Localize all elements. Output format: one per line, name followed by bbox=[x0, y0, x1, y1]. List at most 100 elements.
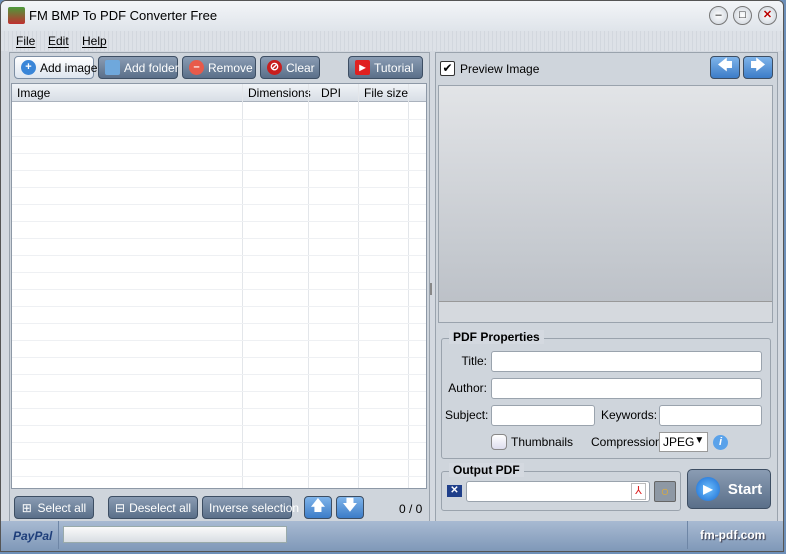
author-input[interactable] bbox=[491, 378, 762, 399]
add-folder-label: Add folder bbox=[124, 60, 179, 75]
plus-icon: + bbox=[21, 60, 36, 75]
preview-area bbox=[438, 85, 773, 323]
deselect-all-button[interactable]: ⊟ Deselect all bbox=[108, 496, 198, 519]
no-entry-icon: ⊘ bbox=[267, 60, 282, 75]
deselect-all-icon: ⊟ bbox=[115, 500, 126, 515]
row-gridline bbox=[12, 255, 426, 256]
divider bbox=[687, 521, 688, 549]
arrow-right-icon: 🡆 bbox=[750, 57, 766, 74]
menu-help[interactable]: Help bbox=[82, 34, 107, 48]
select-all-icon: ⊞ bbox=[21, 500, 32, 515]
row-gridline bbox=[12, 442, 426, 443]
column-file-size[interactable]: File size bbox=[364, 86, 408, 100]
preview-scrollbar[interactable] bbox=[439, 301, 772, 322]
row-gridline bbox=[12, 357, 426, 358]
browse-button[interactable]: ○ bbox=[654, 481, 676, 502]
thumbnails-checkbox[interactable] bbox=[491, 434, 507, 450]
column-dpi[interactable]: DPI bbox=[321, 86, 341, 100]
keywords-label: Keywords: bbox=[601, 408, 658, 422]
col-divider bbox=[308, 84, 309, 488]
start-label: Start bbox=[727, 480, 763, 498]
row-gridline bbox=[12, 459, 426, 460]
minus-icon: – bbox=[189, 60, 204, 75]
app-window: FM BMP To PDF Converter Free – □ ✕ File … bbox=[0, 0, 784, 552]
author-label: Author: bbox=[448, 381, 487, 395]
compression-select[interactable]: JPEG ▼ bbox=[659, 432, 708, 452]
website-link[interactable]: fm-pdf.com bbox=[700, 528, 765, 542]
row-gridline bbox=[12, 323, 426, 324]
maximize-button[interactable]: □ bbox=[733, 6, 752, 25]
menu-file[interactable]: File bbox=[16, 34, 35, 48]
inverse-selection-label: Inverse selection bbox=[209, 500, 300, 515]
select-all-button[interactable]: ⊞ Select all bbox=[14, 496, 94, 519]
row-gridline bbox=[12, 289, 426, 290]
output-pdf-legend: Output PDF bbox=[449, 463, 524, 477]
deselect-all-label: Deselect all bbox=[129, 500, 192, 515]
col-divider bbox=[242, 84, 243, 488]
selection-count: 0 / 0 bbox=[399, 502, 423, 516]
col-divider bbox=[358, 84, 359, 488]
row-gridline bbox=[12, 221, 426, 222]
divider bbox=[58, 521, 59, 549]
progress-bar bbox=[63, 526, 287, 543]
title-bar: FM BMP To PDF Converter Free – □ ✕ bbox=[1, 1, 783, 31]
col-divider bbox=[408, 84, 409, 488]
thumbnails-label: Thumbnails bbox=[511, 435, 574, 449]
play-icon: ▶ bbox=[355, 60, 370, 75]
keywords-input[interactable] bbox=[659, 405, 762, 426]
row-gridline bbox=[12, 136, 426, 137]
row-gridline bbox=[12, 408, 426, 409]
column-dimensions[interactable]: Dimensions bbox=[248, 86, 311, 100]
dropdown-arrow-icon: ▼ bbox=[694, 435, 705, 446]
title-label: Title: bbox=[461, 354, 487, 368]
image-table[interactable]: Image Dimensions DPI File size bbox=[11, 83, 427, 489]
row-gridline bbox=[12, 425, 426, 426]
arrow-left-icon: 🡄 bbox=[717, 57, 733, 74]
arrow-up-icon: 🡅 bbox=[310, 497, 326, 514]
magnifier-icon: ○ bbox=[660, 483, 670, 499]
output-path-input[interactable] bbox=[466, 481, 650, 502]
compression-label: Compression: bbox=[591, 435, 666, 449]
subject-label: Subject: bbox=[445, 408, 489, 422]
tutorial-button[interactable]: ▶ Tutorial bbox=[348, 56, 423, 79]
previous-button[interactable]: 🡄 bbox=[710, 56, 740, 79]
clear-button[interactable]: ⊘ Clear bbox=[260, 56, 320, 79]
start-button[interactable]: ▶ Start bbox=[687, 469, 771, 509]
paypal-logo[interactable]: PayPal bbox=[13, 529, 52, 543]
row-gridline bbox=[12, 391, 426, 392]
title-input[interactable] bbox=[491, 351, 762, 372]
row-gridline bbox=[12, 238, 426, 239]
select-all-label: Select all bbox=[37, 500, 87, 515]
folder-icon bbox=[105, 60, 120, 75]
window-title: FM BMP To PDF Converter Free bbox=[29, 8, 218, 23]
info-icon[interactable]: i bbox=[713, 435, 728, 450]
row-gridline bbox=[12, 306, 426, 307]
row-gridline bbox=[12, 374, 426, 375]
arrow-down-icon: 🡇 bbox=[342, 497, 358, 514]
column-image[interactable]: Image bbox=[17, 86, 50, 100]
menu-edit[interactable]: Edit bbox=[48, 34, 69, 48]
next-button[interactable]: 🡆 bbox=[743, 56, 773, 79]
move-down-button[interactable]: 🡇 bbox=[336, 496, 364, 519]
table-header: Image Dimensions DPI File size bbox=[12, 84, 426, 102]
add-image-button[interactable]: + Add image bbox=[14, 56, 97, 79]
play-icon: ▶ bbox=[695, 477, 720, 501]
minimize-button[interactable]: – bbox=[709, 6, 728, 25]
row-gridline bbox=[12, 204, 426, 205]
move-up-button[interactable]: 🡅 bbox=[304, 496, 332, 519]
clear-output-icon[interactable]: ✕ bbox=[447, 485, 462, 497]
subject-input[interactable] bbox=[491, 405, 595, 426]
add-folder-button[interactable]: Add folder bbox=[98, 56, 179, 79]
close-button[interactable]: ✕ bbox=[758, 6, 777, 25]
row-gridline bbox=[12, 187, 426, 188]
row-gridline bbox=[12, 476, 426, 477]
inverse-selection-button[interactable]: Inverse selection bbox=[202, 496, 299, 519]
row-gridline bbox=[12, 153, 426, 154]
remove-button[interactable]: – Remove bbox=[182, 56, 256, 79]
compression-value: JPEG bbox=[663, 435, 695, 449]
row-gridline bbox=[12, 170, 426, 171]
splitter-handle[interactable] bbox=[430, 283, 432, 295]
preview-checkbox[interactable]: ✔ bbox=[440, 61, 455, 76]
tutorial-label: Tutorial bbox=[374, 60, 414, 75]
clear-label: Clear bbox=[286, 60, 315, 75]
